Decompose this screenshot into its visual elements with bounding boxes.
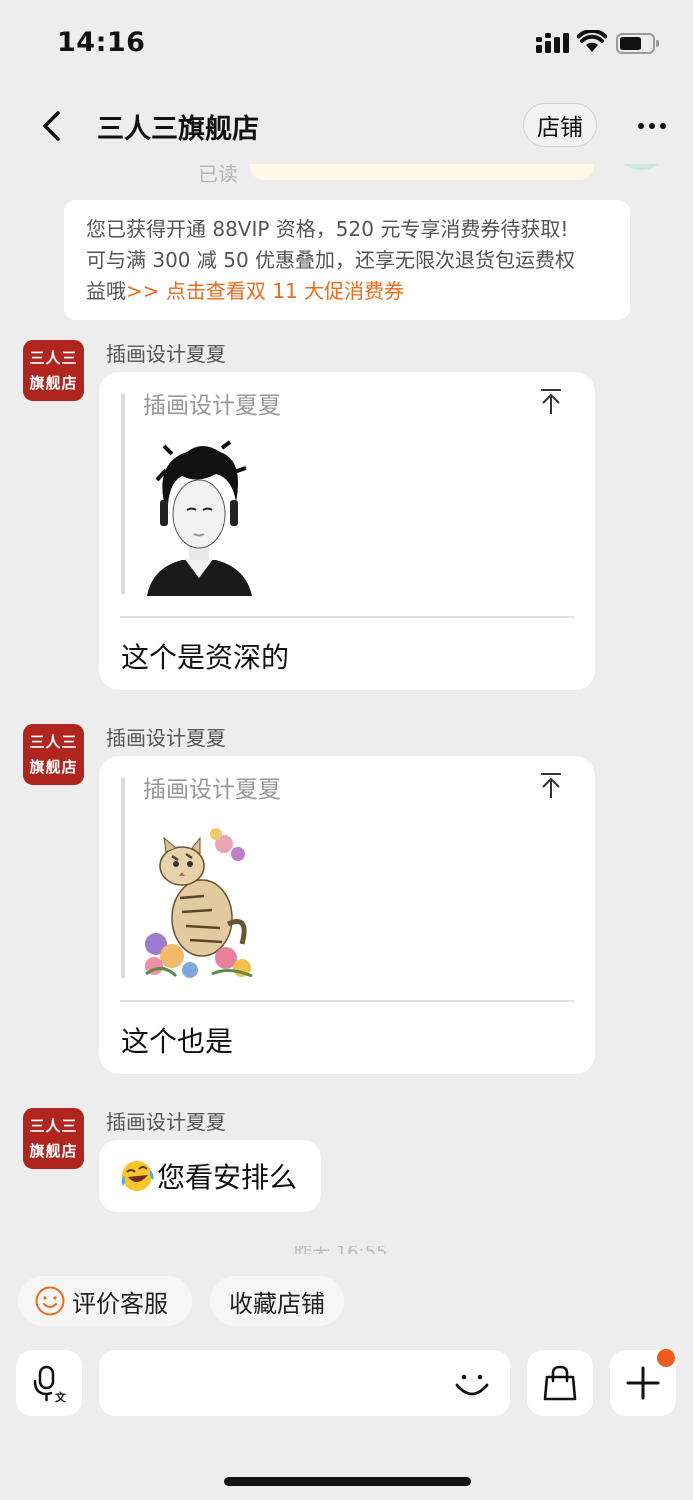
rate-service-button[interactable]: 评价客服 (18, 1276, 192, 1326)
status-time: 14:16 (57, 27, 146, 58)
notice-line: 您已获得开通 88VIP 资格，520 元专享消费券待获取! (86, 217, 569, 241)
portrait-illustration-image[interactable] (142, 440, 256, 596)
battery-icon (616, 33, 659, 54)
quote-reply-card[interactable]: 插画设计夏夏 这个也是 (99, 756, 595, 1074)
more-options-button[interactable] (628, 106, 676, 146)
favorite-shop-button[interactable]: 收藏店铺 (210, 1276, 344, 1326)
previous-message-partial: 已读 (0, 164, 693, 182)
wifi-icon (577, 30, 607, 52)
tiger-illustration-image[interactable] (142, 824, 256, 980)
quote-reply-card[interactable]: 插画设计夏夏 这个是资深的 (99, 372, 595, 690)
quoted-sender-name: 插画设计夏夏 (143, 393, 281, 419)
rate-service-label: 评价客服 (72, 1289, 168, 1318)
read-receipt-label: 已读 (198, 164, 238, 182)
emoji-picker-icon[interactable] (452, 1363, 492, 1403)
message-text: 您看安排么 (157, 1161, 298, 1194)
favorite-shop-label: 收藏店铺 (229, 1289, 325, 1318)
sender-name: 插画设计夏夏 (106, 342, 226, 366)
chevron-left-icon (43, 111, 60, 141)
smiley-icon (35, 1286, 65, 1316)
products-button[interactable] (527, 1350, 593, 1416)
time-divider: 昨天 16:55 (0, 1246, 693, 1254)
quoted-sender-name: 插画设计夏夏 (143, 777, 281, 803)
shop-avatar[interactable]: 三人三 旗舰店 (23, 340, 84, 401)
more-dot-icon (660, 123, 666, 129)
vip-notice: 您已获得开通 88VIP 资格，520 元专享消费券待获取! 可与满 300 减… (64, 200, 630, 320)
jump-to-top-icon[interactable] (539, 388, 563, 416)
shop-avatar[interactable]: 三人三 旗舰店 (23, 1108, 84, 1169)
quote-bar (121, 778, 125, 978)
plus-icon (626, 1366, 660, 1400)
jump-to-top-icon[interactable] (539, 772, 563, 800)
card-divider (120, 1000, 574, 1002)
voice-input-button[interactable]: 文 (16, 1350, 82, 1416)
notice-line: 益哦 (86, 279, 126, 303)
home-indicator[interactable] (224, 1477, 471, 1486)
page-title: 三人三旗舰店 (97, 114, 259, 145)
text-message-bubble[interactable]: 您看安排么 (99, 1140, 322, 1212)
shopping-bag-icon (543, 1365, 577, 1401)
previous-message-bubble[interactable] (250, 164, 594, 180)
message-input[interactable] (99, 1350, 510, 1416)
notice-line: 可与满 300 减 50 优惠叠加，还享无限次退货包运费权 (86, 248, 576, 272)
shop-avatar[interactable]: 三人三 旗舰店 (23, 724, 84, 785)
coupon-link[interactable]: >> 点击查看双 11 大促消费券 (126, 279, 404, 303)
sender-name: 插画设计夏夏 (106, 726, 226, 750)
status-bar: 14:16 (0, 0, 693, 88)
message-text: 这个也是 (121, 1025, 234, 1058)
cellular-signal-icon (536, 33, 569, 53)
message-text: 这个是资深的 (121, 641, 290, 674)
notification-dot (657, 1349, 675, 1367)
laughing-tears-emoji-icon (121, 1161, 154, 1191)
back-button[interactable] (30, 104, 74, 148)
microphone-translate-icon: 文 (33, 1365, 67, 1403)
card-divider (120, 616, 574, 618)
more-dot-icon (638, 123, 644, 129)
user-avatar[interactable] (612, 164, 670, 170)
chat-header: 三人三旗舰店 店铺 (0, 88, 693, 164)
shop-button[interactable]: 店铺 (523, 103, 597, 147)
sender-name: 插画设计夏夏 (106, 1110, 226, 1134)
more-dot-icon (649, 123, 655, 129)
svg-text:文: 文 (55, 1390, 67, 1403)
quote-bar (121, 394, 125, 594)
